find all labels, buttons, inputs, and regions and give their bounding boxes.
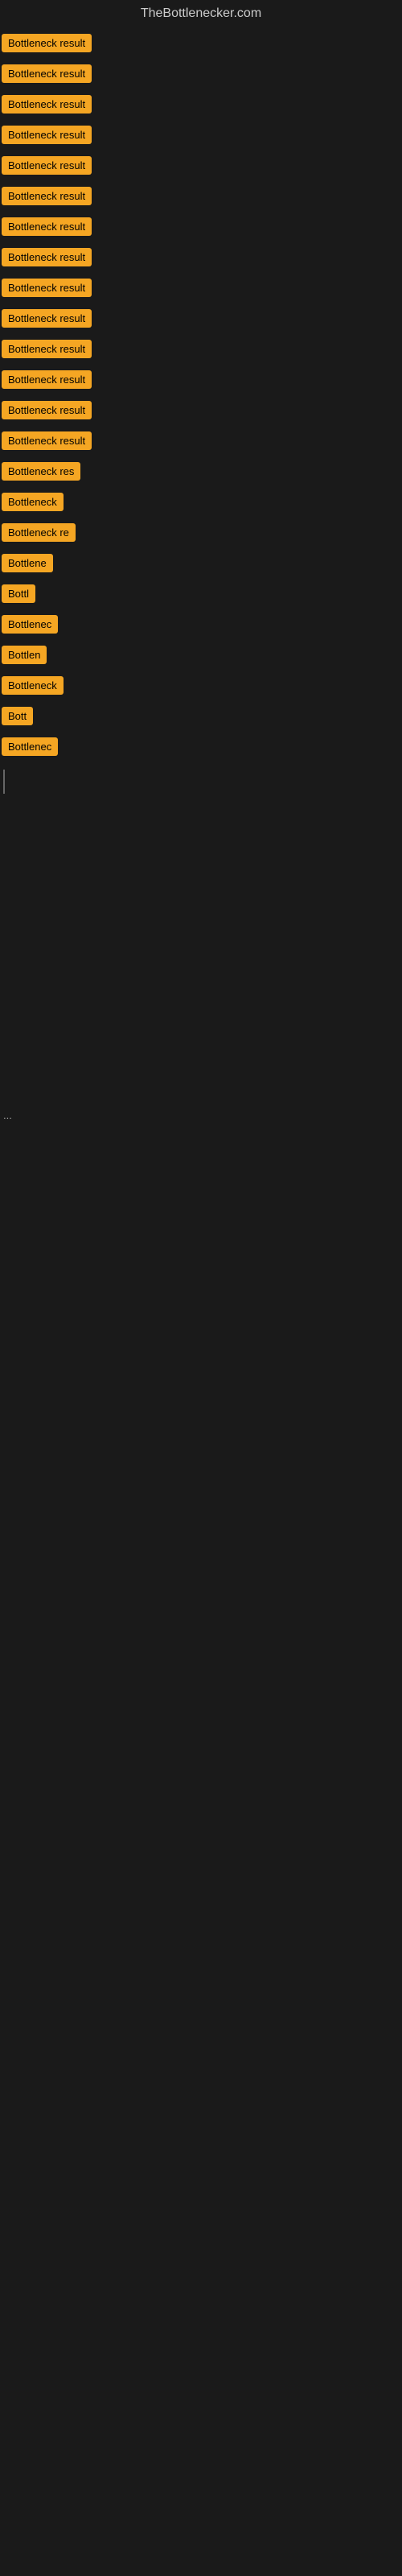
result-row-24: Bottlenec	[0, 731, 402, 762]
ellipsis-row: ...	[0, 1100, 402, 1130]
spacer-1	[0, 858, 402, 1100]
result-row-7: Bottleneck result	[0, 211, 402, 242]
ellipsis-text: ...	[3, 1109, 12, 1121]
results-container: Bottleneck result Bottleneck result Bottle…	[0, 27, 402, 1533]
result-row-1: Bottleneck result	[0, 27, 402, 58]
bottleneck-badge-15[interactable]: Bottleneck res	[2, 462, 80, 481]
result-row-9: Bottleneck result	[0, 272, 402, 303]
result-row-2: Bottleneck result	[0, 58, 402, 89]
bottleneck-badge-1[interactable]: Bottleneck result	[2, 34, 92, 52]
bottleneck-badge-11[interactable]: Bottleneck result	[2, 340, 92, 358]
result-row-10: Bottleneck result	[0, 303, 402, 333]
bottleneck-badge-18[interactable]: Bottlene	[2, 554, 53, 572]
bottleneck-badge-14[interactable]: Bottleneck result	[2, 431, 92, 450]
bottleneck-badge-23[interactable]: Bott	[2, 707, 33, 725]
result-row-20: Bottlenec	[0, 609, 402, 639]
bottleneck-badge-7[interactable]: Bottleneck result	[2, 217, 92, 236]
result-row-5: Bottleneck result	[0, 150, 402, 180]
bottleneck-badge-6[interactable]: Bottleneck result	[2, 187, 92, 205]
bottleneck-badge-20[interactable]: Bottlenec	[2, 615, 58, 634]
spacer-2	[0, 1130, 402, 1533]
vertical-line-section	[0, 762, 402, 858]
result-row-17: Bottleneck re	[0, 517, 402, 547]
bottleneck-badge-16[interactable]: Bottleneck	[2, 493, 64, 511]
result-row-21: Bottlen	[0, 639, 402, 670]
vertical-line	[3, 770, 5, 794]
result-row-22: Bottleneck	[0, 670, 402, 700]
bottleneck-badge-22[interactable]: Bottleneck	[2, 676, 64, 695]
result-row-8: Bottleneck result	[0, 242, 402, 272]
bottleneck-badge-19[interactable]: Bottl	[2, 584, 35, 603]
result-row-13: Bottleneck result	[0, 394, 402, 425]
site-title: TheBottlenecker.com	[0, 0, 402, 27]
bottleneck-badge-9[interactable]: Bottleneck result	[2, 279, 92, 297]
bottleneck-badge-8[interactable]: Bottleneck result	[2, 248, 92, 266]
result-row-12: Bottleneck result	[0, 364, 402, 394]
result-row-6: Bottleneck result	[0, 180, 402, 211]
result-row-16: Bottleneck	[0, 486, 402, 517]
result-row-18: Bottlene	[0, 547, 402, 578]
bottleneck-badge-4[interactable]: Bottleneck result	[2, 126, 92, 144]
result-row-3: Bottleneck result	[0, 89, 402, 119]
result-row-11: Bottleneck result	[0, 333, 402, 364]
result-row-14: Bottleneck result	[0, 425, 402, 456]
bottleneck-badge-13[interactable]: Bottleneck result	[2, 401, 92, 419]
bottleneck-badge-21[interactable]: Bottlen	[2, 646, 47, 664]
bottleneck-badge-5[interactable]: Bottleneck result	[2, 156, 92, 175]
bottleneck-badge-17[interactable]: Bottleneck re	[2, 523, 76, 542]
result-row-15: Bottleneck res	[0, 456, 402, 486]
result-row-23: Bott	[0, 700, 402, 731]
bottleneck-badge-2[interactable]: Bottleneck result	[2, 64, 92, 83]
site-header: TheBottlenecker.com	[0, 0, 402, 27]
result-row-4: Bottleneck result	[0, 119, 402, 150]
bottleneck-badge-24[interactable]: Bottlenec	[2, 737, 58, 756]
bottleneck-badge-12[interactable]: Bottleneck result	[2, 370, 92, 389]
result-row-19: Bottl	[0, 578, 402, 609]
bottleneck-badge-10[interactable]: Bottleneck result	[2, 309, 92, 328]
bottleneck-badge-3[interactable]: Bottleneck result	[2, 95, 92, 114]
